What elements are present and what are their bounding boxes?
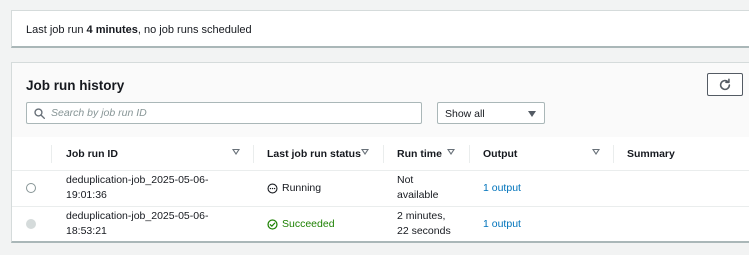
- column-header-job-run-id[interactable]: Job run ID: [52, 137, 252, 171]
- panel-header: [12, 63, 749, 137]
- search-input[interactable]: [51, 105, 411, 121]
- run-time: 2 minutes, 22 seconds: [397, 209, 451, 239]
- run-time: Not available: [397, 173, 438, 203]
- sort-icon[interactable]: [592, 149, 600, 155]
- last-run-prefix: Last job run: [26, 24, 87, 36]
- header-divider: [12, 170, 749, 171]
- output-link[interactable]: 1 output: [483, 181, 521, 196]
- run-time-line: 2 minutes,: [397, 210, 446, 222]
- column-header-status[interactable]: Last job run status: [254, 137, 382, 171]
- status-text: Succeeded: [282, 218, 335, 230]
- job-run-id: deduplication-job_2025-05-06- 19:01:36: [66, 173, 208, 203]
- run-time-line: Not: [397, 174, 414, 186]
- success-check-icon: [267, 219, 278, 230]
- refresh-icon: [719, 78, 731, 90]
- column-header-label: Output: [483, 148, 518, 160]
- last-run-text: Last job run 4 minutes, no job runs sche…: [26, 24, 252, 36]
- row-select-radio[interactable]: [26, 183, 36, 193]
- caret-down-icon: [528, 111, 536, 117]
- column-header-output[interactable]: Output: [470, 137, 612, 171]
- job-run-id: deduplication-job_2025-05-06- 18:53:21: [66, 209, 208, 239]
- job-run-id-line: deduplication-job_2025-05-06-: [66, 210, 209, 222]
- output-link[interactable]: 1 output: [483, 217, 521, 232]
- refresh-button[interactable]: [707, 73, 743, 96]
- column-header-run-time[interactable]: Run time: [384, 137, 468, 171]
- column-header-label: Job run ID: [66, 148, 118, 160]
- running-icon: [267, 183, 278, 194]
- panel-title: Job run history: [26, 78, 125, 93]
- sort-icon[interactable]: [232, 149, 240, 155]
- last-run-banner: Last job run 4 minutes, no job runs sche…: [11, 10, 749, 48]
- row-select-radio[interactable]: [26, 219, 36, 229]
- column-header-label: Last job run status: [267, 148, 361, 160]
- sort-icon[interactable]: [361, 149, 369, 155]
- job-run-id-line: 19:01:36: [66, 189, 107, 201]
- column-header-label: Summary: [627, 148, 675, 160]
- search-icon: [34, 108, 45, 119]
- sort-icon[interactable]: [447, 149, 455, 155]
- job-run-id-line: deduplication-job_2025-05-06-: [66, 174, 209, 186]
- status-text: Running: [282, 182, 322, 194]
- job-run-id-line: 18:53:21: [66, 225, 107, 237]
- status-cell: Running: [267, 181, 321, 196]
- run-time-line: available: [397, 189, 439, 201]
- run-time-line: 22 seconds: [397, 225, 451, 237]
- last-run-duration: 4 minutes: [86, 24, 138, 36]
- column-header-label: Run time: [397, 148, 442, 160]
- job-run-history-panel: Job run history Show all Job run ID Last…: [11, 62, 749, 243]
- search-box[interactable]: [26, 102, 422, 124]
- last-run-suffix: , no job runs scheduled: [137, 24, 252, 36]
- row-divider: [12, 206, 749, 207]
- status-filter-value: Show all: [445, 108, 485, 120]
- status-cell: Succeeded: [267, 217, 335, 232]
- status-filter-select[interactable]: Show all: [437, 102, 545, 124]
- column-header-summary: Summary: [614, 137, 749, 171]
